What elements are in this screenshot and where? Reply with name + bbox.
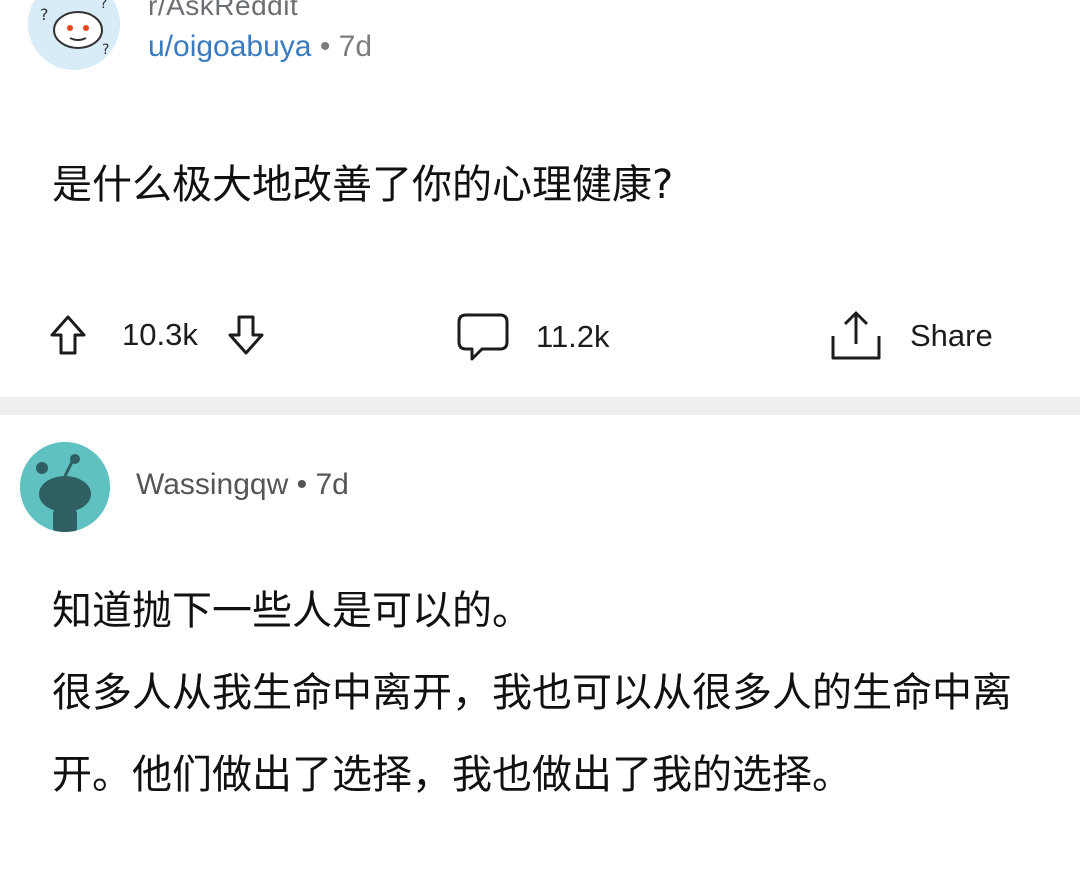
post-header: ? ? ? r/AskReddit u/oigoabuya • 7d: [28, 0, 1028, 78]
subreddit-name[interactable]: r/AskReddit: [148, 0, 298, 22]
post-age: 7d: [338, 30, 373, 63]
meta-separator: •: [296, 468, 308, 501]
comment-bubble-icon: [457, 313, 509, 361]
share-button[interactable]: Share: [828, 310, 993, 362]
reddit-snoo-default-icon: [20, 442, 110, 532]
comment-body: 知道抛下一些人是可以的。 很多人从我生命中离开，我也可以从很多人的生命中离开。他…: [52, 570, 1042, 816]
post-meta: u/oigoabuya • 7d: [148, 30, 372, 64]
commenter-avatar[interactable]: [20, 442, 110, 532]
post-title[interactable]: 是什么极大地改善了你的心理健康?: [52, 152, 673, 210]
upvote-count: 10.3k: [122, 317, 198, 352]
commenter-username[interactable]: Wassingqw: [136, 468, 288, 501]
comment-meta: Wassingqw • 7d: [136, 468, 349, 502]
downvote-button[interactable]: [226, 314, 266, 356]
svg-text:?: ?: [40, 5, 49, 24]
share-icon: [831, 311, 881, 360]
svg-text:?: ?: [102, 42, 109, 58]
comment-line: 知道抛下一些人是可以的。: [52, 588, 532, 634]
comment-header: Wassingqw • 7d: [20, 442, 1020, 534]
op-username[interactable]: u/oigoabuya: [148, 30, 311, 63]
comments-button[interactable]: 11.2k: [456, 312, 610, 362]
comment-age: 7d: [315, 468, 349, 501]
svg-text:?: ?: [100, 0, 107, 12]
upvote-arrow-icon: [50, 315, 86, 355]
op-avatar[interactable]: ? ? ?: [28, 0, 120, 70]
comment-count: 11.2k: [536, 319, 610, 354]
reddit-snoo-confused-icon: ? ? ?: [28, 0, 120, 70]
share-label: Share: [910, 318, 993, 353]
post-action-bar: 10.3k 11.2k Share: [0, 300, 1080, 370]
upvote-button[interactable]: [48, 314, 88, 356]
comment-line: 很多人从我生命中离开，我也可以从很多人的生命中离开。他们做出了选择，我也做出了我…: [52, 670, 1012, 798]
meta-separator: •: [319, 30, 331, 63]
section-divider: [0, 397, 1080, 415]
vote-group: 10.3k: [48, 314, 266, 356]
downvote-arrow-icon: [228, 315, 264, 355]
